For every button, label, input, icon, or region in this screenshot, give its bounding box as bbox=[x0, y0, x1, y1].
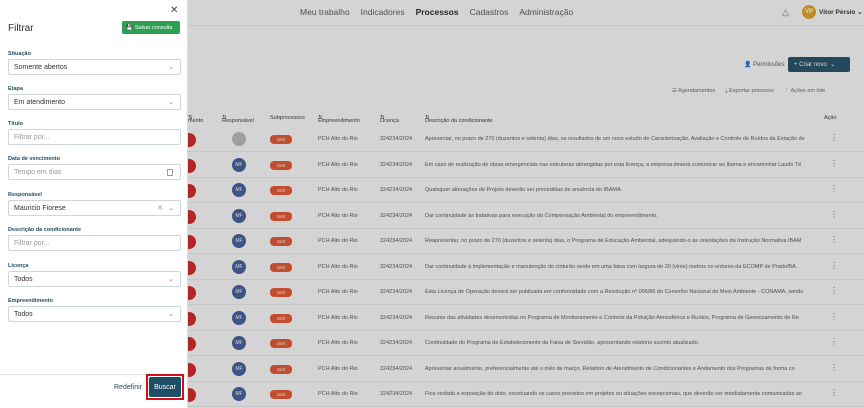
chevron-down-icon: ⌄ bbox=[168, 99, 174, 106]
chevron-down-icon: ⌄ bbox=[168, 205, 174, 212]
empreendimento-select[interactable]: Todos ⌄ bbox=[8, 306, 181, 322]
etapa-select[interactable]: Em atendimento ⌄ bbox=[8, 94, 181, 110]
chevron-down-icon: ⌄ bbox=[168, 311, 174, 318]
modal-overlay[interactable] bbox=[188, 0, 864, 408]
descricao-label: Descrição da condicionante bbox=[8, 227, 82, 233]
empreendimento-label: Empreendimento bbox=[8, 298, 53, 304]
clear-icon[interactable]: ✕ bbox=[157, 204, 163, 212]
situacao-label: Situação bbox=[8, 51, 31, 57]
buscar-button[interactable]: Buscar bbox=[149, 377, 181, 397]
descricao-input[interactable]: Filtrar por... bbox=[8, 235, 181, 251]
redefinir-button[interactable]: Redefinir bbox=[114, 384, 142, 391]
calendar-icon bbox=[167, 169, 173, 176]
responsavel-label: Responsável bbox=[8, 192, 42, 198]
licenca-label: Licença bbox=[8, 263, 29, 269]
vencimento-input[interactable]: Tempo em dias bbox=[8, 164, 181, 180]
licenca-select[interactable]: Todos ⌄ bbox=[8, 271, 181, 287]
chevron-down-icon: ⌄ bbox=[168, 64, 174, 71]
responsavel-select[interactable]: Mauricio Fiorese ✕ ⌄ bbox=[8, 200, 181, 216]
close-icon[interactable]: ✕ bbox=[170, 5, 178, 16]
chevron-down-icon: ⌄ bbox=[168, 276, 174, 283]
panel-title: Filtrar bbox=[8, 23, 34, 34]
vencimento-label: Data de vencimento bbox=[8, 156, 60, 162]
save-icon: 💾 bbox=[126, 24, 133, 31]
titulo-label: Título bbox=[8, 121, 23, 127]
filter-panel: ✕ Filtrar 💾 Salvar consulta Situação Som… bbox=[0, 0, 188, 408]
titulo-input[interactable]: Filtrar por... bbox=[8, 129, 181, 145]
situacao-select[interactable]: Somente abertos ⌄ bbox=[8, 59, 181, 75]
salvar-consulta-button[interactable]: 💾 Salvar consulta bbox=[122, 21, 180, 34]
etapa-label: Etapa bbox=[8, 86, 23, 92]
